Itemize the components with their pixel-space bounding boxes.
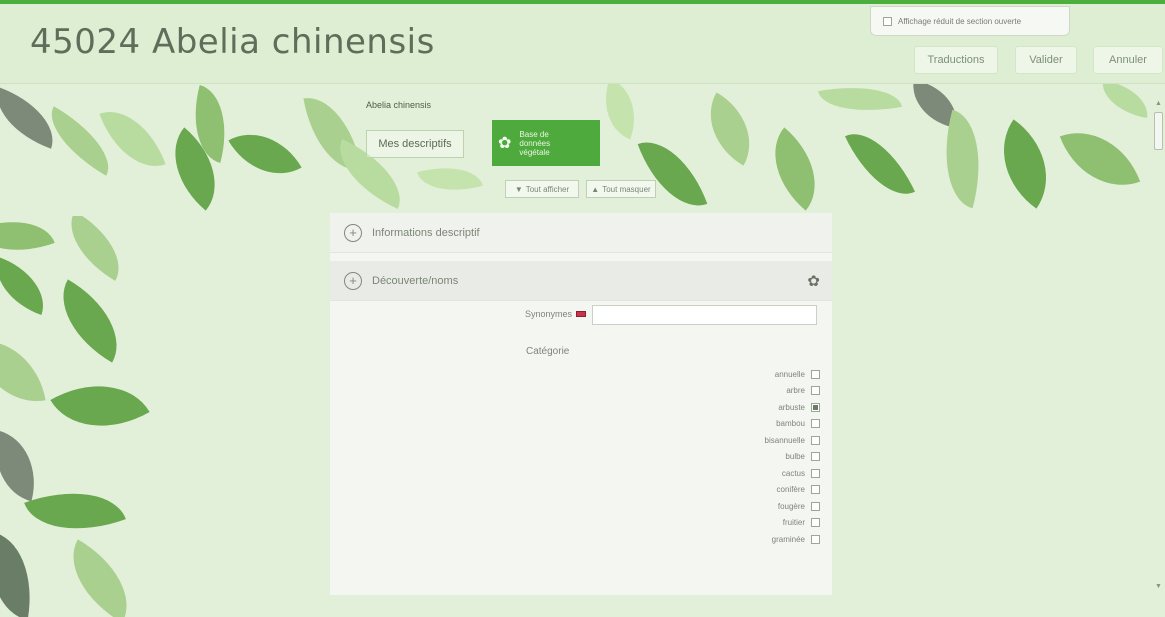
leaf-decoration: [691, 92, 769, 166]
category-checkbox[interactable]: [811, 501, 820, 511]
category-item[interactable]: conifère: [660, 482, 820, 499]
category-checkbox[interactable]: [811, 468, 820, 478]
leaf-decoration: [24, 472, 126, 550]
category-item-label: fruitier: [782, 518, 805, 528]
plant-icon: ✿: [498, 134, 512, 152]
description-panel: + Informations descriptif + Découverte/n…: [330, 213, 832, 595]
leaf-decoration: [637, 128, 708, 216]
show-all-button[interactable]: ▼ Tout afficher: [505, 180, 579, 198]
leaf-decoration: [54, 216, 136, 281]
category-item-label: fougère: [777, 501, 805, 511]
category-item-label: arbre: [786, 386, 805, 396]
category-item[interactable]: fougère: [660, 498, 820, 515]
tab-plant-database-label: Base de données végétale: [519, 129, 551, 157]
category-item[interactable]: bulbe: [660, 449, 820, 466]
scroll-thumb[interactable]: [1154, 112, 1163, 150]
triangle-down-icon: ▼: [514, 184, 523, 194]
validate-button[interactable]: Valider: [1015, 46, 1077, 74]
category-checkbox[interactable]: [811, 485, 820, 495]
leaf-decoration: [52, 539, 148, 617]
category-list: annuelle arbre arbuste bambou bisannuelle bul…: [660, 366, 820, 548]
hide-all-label: Tout masquer: [602, 184, 651, 194]
leaf-decoration: [99, 98, 166, 180]
category-item-label: conifère: [776, 485, 805, 495]
display-toggle-checkbox[interactable]: [883, 17, 892, 26]
translations-button[interactable]: Traductions: [914, 46, 998, 74]
leaf-decoration: [1097, 84, 1153, 119]
leaf-decoration: [0, 331, 46, 411]
leaf-column: [0, 216, 150, 617]
category-checkbox[interactable]: [811, 419, 820, 429]
category-item-label: bambou: [776, 419, 805, 429]
section-decouverte-noms[interactable]: + Découverte/noms ✿: [330, 261, 832, 301]
category-checkbox[interactable]: [811, 402, 820, 412]
leaf-decoration: [417, 156, 483, 202]
synonyms-input[interactable]: [592, 305, 817, 325]
leaf-decoration: [152, 127, 238, 211]
scroll-up-icon[interactable]: ▲: [1155, 100, 1162, 107]
category-item[interactable]: fruitier: [660, 515, 820, 532]
leaf-decoration: [0, 532, 42, 617]
leaf-decoration: [818, 84, 902, 121]
leaf-decoration: [752, 127, 838, 211]
section-label: Informations descriptif: [372, 226, 480, 239]
leaf-decoration: [929, 109, 996, 209]
section-informations-descriptif[interactable]: + Informations descriptif: [330, 213, 832, 253]
category-checkbox[interactable]: [811, 452, 820, 462]
section-label: Découverte/noms: [372, 274, 459, 287]
leaf-decoration: [0, 216, 55, 267]
expand-icon[interactable]: +: [344, 271, 362, 290]
category-item[interactable]: cactus: [660, 465, 820, 482]
leaf-decoration: [1059, 115, 1141, 203]
page-scrollbar[interactable]: ▲ ▼: [1153, 100, 1165, 590]
category-checkbox[interactable]: [811, 386, 820, 396]
category-item[interactable]: bambou: [660, 416, 820, 433]
leaf-decoration: [0, 256, 56, 316]
tab-my-descriptions[interactable]: Mes descriptifs: [366, 130, 464, 158]
tab-plant-database[interactable]: ✿ Base de données végétale: [492, 120, 600, 166]
flag-icon: [576, 311, 586, 317]
leaf-decoration: [592, 84, 648, 140]
category-item-label: bulbe: [785, 452, 805, 462]
leaf-decoration: [979, 119, 1071, 209]
leaf-decoration: [0, 430, 47, 502]
leaf-decoration: [42, 279, 138, 363]
species-label: Abelia chinensis: [366, 100, 432, 110]
category-item[interactable]: arbre: [660, 383, 820, 400]
hide-all-button[interactable]: ▲ Tout masquer: [586, 180, 656, 198]
display-toggle-label: Affichage réduit de section ouverte: [898, 17, 1022, 26]
synonyms-label: Synonymes: [524, 309, 572, 319]
display-toggle[interactable]: Affichage réduit de section ouverte: [870, 6, 1070, 36]
page-header: 45024 Abelia chinensis Affichage réduit …: [0, 4, 1165, 84]
category-checkbox[interactable]: [811, 518, 820, 528]
scroll-down-icon[interactable]: ▼: [1155, 583, 1162, 590]
category-item-label: graminée: [771, 534, 805, 544]
triangle-up-icon: ▲: [591, 184, 600, 194]
category-item[interactable]: arbuste: [660, 399, 820, 416]
category-item-label: arbuste: [778, 402, 805, 412]
leaf-decoration: [844, 119, 916, 209]
category-item-label: bisannuelle: [764, 435, 805, 445]
synonyms-label-wrap: Synonymes: [525, 309, 586, 319]
category-item-label: annuelle: [774, 369, 805, 379]
leaf-decoration: [50, 360, 150, 452]
category-item-label: cactus: [781, 468, 805, 478]
category-item[interactable]: graminée: [660, 531, 820, 548]
expand-icon[interactable]: +: [344, 223, 362, 242]
leaf-decoration: [228, 115, 302, 193]
category-checkbox[interactable]: [811, 369, 820, 379]
cancel-button[interactable]: Annuler: [1093, 46, 1163, 74]
show-all-label: Tout afficher: [525, 184, 570, 194]
category-checkbox[interactable]: [811, 435, 820, 445]
category-label: Catégorie: [526, 346, 570, 357]
category-item[interactable]: annuelle: [660, 366, 820, 383]
category-checkbox[interactable]: [811, 534, 820, 544]
plant-icon: ✿: [807, 273, 820, 290]
category-item[interactable]: bisannuelle: [660, 432, 820, 449]
page-title: 45024 Abelia chinensis: [30, 22, 435, 62]
synonyms-row: Synonymes: [330, 305, 832, 327]
